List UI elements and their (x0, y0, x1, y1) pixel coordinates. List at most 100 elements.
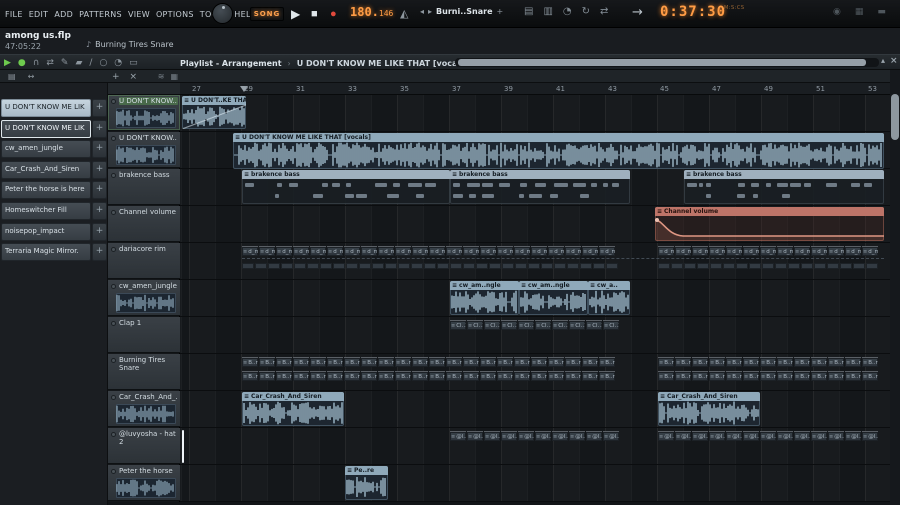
mini-clip-b-re[interactable]: ≡B..re (777, 357, 793, 367)
mini-clip-b-re[interactable]: ≡B..re (582, 357, 598, 367)
menu-options[interactable]: OPTIONS (153, 10, 197, 19)
mini-clip-b-re[interactable]: ≡B..re (327, 357, 343, 367)
clip-brakence-bass[interactable]: ≡ brakence bass (242, 170, 450, 204)
mini-clip-b-re[interactable]: ≡B..re (480, 357, 496, 367)
mini-clip-b-re[interactable]: ≡B..re (692, 357, 708, 367)
mini-block[interactable] (853, 263, 865, 269)
mini-block[interactable] (840, 263, 852, 269)
mini-clip-b-re[interactable]: ≡B..re (463, 371, 479, 381)
pattern-item-u-don-t-know-me-lik[interactable]: U DON'T KNOW ME LIK + (1, 99, 107, 117)
mini-block[interactable] (450, 263, 462, 269)
mini-clip-b-re[interactable]: ≡B..re (446, 357, 462, 367)
mini-clip-b-re[interactable]: ≡B..re (259, 357, 275, 367)
clip-menu-icon[interactable]: ≡ (347, 467, 352, 475)
mini-clip-b-re[interactable]: ≡B..re (658, 371, 674, 381)
playlist-title-bar[interactable]: ▶ ● ∩ ⇄ ✎ ▰ / ○ ◔ ▭ Playlist - Arrangement › U DO… (0, 54, 900, 70)
clip-u-don-t-ke-that[interactable]: ≡ U DON'T..KE THAT (182, 96, 246, 129)
mini-clip-d-m[interactable]: ≡d_m (743, 246, 759, 256)
pattern-item-terraria-magic-mirror[interactable]: Terraria Magic Mirror. + (1, 243, 107, 262)
pattern-item-cw-amen-jungle[interactable]: cw_amen_jungle + (1, 140, 107, 159)
mini-clip-b-re[interactable]: ≡B..re (743, 357, 759, 367)
mini-clip-d-m[interactable]: ≡d_m (726, 246, 742, 256)
mini-clip-l[interactable]: ≡ @l.. (760, 431, 776, 441)
mini-clip-d-m[interactable]: ≡d_m (344, 246, 360, 256)
clip-menu-icon[interactable]: ≡ (244, 393, 249, 401)
track-header-u-don-t-know[interactable]: U DON'T KNOW.. (108, 132, 180, 168)
mini-clip-b-re[interactable]: ≡B..re (395, 371, 411, 381)
pattern-add-icon[interactable]: + (497, 7, 504, 16)
mini-clip-b-re[interactable]: ≡B..re (412, 357, 428, 367)
clip-u-don-t-know-me-like-that-vocals[interactable]: ≡ U DON'T KNOW ME LIKE THAT [vocals] (233, 133, 884, 169)
mini-block[interactable] (424, 263, 436, 269)
mini-clip-b-re[interactable]: ≡B..re (862, 357, 878, 367)
mini-block[interactable] (242, 263, 254, 269)
mini-clip-b-re[interactable]: ≡B..re (726, 357, 742, 367)
record-marker-icon[interactable]: ● (18, 58, 26, 68)
mini-clip-b-re[interactable]: ≡B..re (276, 357, 292, 367)
clip-cw-am-ngle[interactable]: ≡ cw_am..ngle (519, 281, 588, 315)
mini-clip-b-re[interactable]: ≡B..re (531, 371, 547, 381)
mini-block[interactable] (749, 263, 761, 269)
mini-block[interactable] (658, 263, 670, 269)
mini-block[interactable] (333, 263, 345, 269)
track-header-dariacore-rim[interactable]: dariacore rim (108, 243, 180, 279)
mini-clip-b-re[interactable]: ≡B..re (692, 371, 708, 381)
track-mute-icon[interactable] (111, 136, 116, 141)
mini-block[interactable] (398, 263, 410, 269)
mini-clip-d-m[interactable]: ≡d_m (531, 246, 547, 256)
mini-clip-b-re[interactable]: ≡B..re (794, 371, 810, 381)
mini-clip-d-m[interactable]: ≡d_m (862, 246, 878, 256)
zoom-tool-icon[interactable]: ◔ (114, 58, 122, 68)
mini-clip-cl-1[interactable]: ≡Cl..1 (586, 320, 602, 330)
mini-block[interactable] (736, 263, 748, 269)
pattern-clone-button[interactable]: + (92, 202, 107, 220)
clip-menu-icon[interactable]: ≡ (244, 171, 249, 179)
vertical-scrollbar[interactable] (890, 70, 900, 505)
brush-icon[interactable]: ▰ (75, 58, 82, 68)
clip-brakence-bass[interactable]: ≡ brakence bass (684, 170, 884, 204)
mini-clip-d-m[interactable]: ≡d_m (293, 246, 309, 256)
mini-block[interactable] (580, 263, 592, 269)
mini-clip-cl-1[interactable]: ≡Cl..1 (467, 320, 483, 330)
mini-clip-d-m[interactable]: ≡d_m (463, 246, 479, 256)
mini-clip-l[interactable]: ≡ @l.. (862, 431, 878, 441)
pattern-clone-button[interactable]: + (92, 99, 107, 117)
pattern-clone-button[interactable]: + (92, 243, 107, 262)
mini-clip-b-re[interactable]: ≡B..re (828, 371, 844, 381)
track-mute-icon[interactable] (111, 469, 116, 474)
wave-view-icon[interactable]: ≋ (158, 72, 165, 81)
mini-clip-b-re[interactable]: ≡B..re (599, 357, 615, 367)
clip-menu-icon[interactable]: ≡ (590, 282, 595, 290)
pattern-item-car-crash-and-siren[interactable]: Car_Crash_And_Siren + (1, 160, 107, 179)
mini-clip-d-m[interactable]: ≡d_m (446, 246, 462, 256)
mini-clip-d-m[interactable]: ≡d_m (480, 246, 496, 256)
magnet-icon[interactable]: ∩ (33, 58, 40, 68)
track-mute-icon[interactable] (111, 432, 116, 437)
mini-clip-b-re[interactable]: ≡B..re (378, 371, 394, 381)
mini-clip-l[interactable]: ≡ @l.. (658, 431, 674, 441)
clip-car-crash-and-siren[interactable]: ≡ Car_Crash_And_Siren (242, 392, 344, 426)
mini-clip-d-m[interactable]: ≡d_m (497, 246, 513, 256)
track-header-clap-1[interactable]: Clap 1 (108, 317, 180, 353)
mini-block[interactable] (281, 263, 293, 269)
pattern-clone-button[interactable]: + (92, 160, 107, 179)
clip-cw-a[interactable]: ≡ cw_a.. (588, 281, 630, 315)
clip-menu-icon[interactable]: ≡ (452, 282, 457, 290)
mini-block[interactable] (385, 263, 397, 269)
mini-block[interactable] (827, 263, 839, 269)
mini-block[interactable] (463, 263, 475, 269)
mini-clip-d-m[interactable]: ≡d_m (709, 246, 725, 256)
mini-clip-d-m[interactable]: ≡d_m (514, 246, 530, 256)
mini-block[interactable] (476, 263, 488, 269)
add-track-icon[interactable]: + (112, 72, 120, 82)
clip-pe-re[interactable]: ≡ Pe..re (345, 466, 388, 500)
mini-clip-l[interactable]: ≡ @l.. (535, 431, 551, 441)
pattern-selector[interactable]: ◂ ▸ Burni..Snare + (420, 7, 503, 16)
mini-clip-b-re[interactable]: ≡B..re (811, 357, 827, 367)
mini-clip-d-m[interactable]: ≡d_m (548, 246, 564, 256)
mini-clip-b-re[interactable]: ≡B..re (429, 357, 445, 367)
clip-menu-icon[interactable]: ≡ (521, 282, 526, 290)
mini-clip-d-m[interactable]: ≡d_m (794, 246, 810, 256)
mini-clip-l[interactable]: ≡ @l.. (501, 431, 517, 441)
stop-button[interactable]: ■ (311, 6, 318, 22)
